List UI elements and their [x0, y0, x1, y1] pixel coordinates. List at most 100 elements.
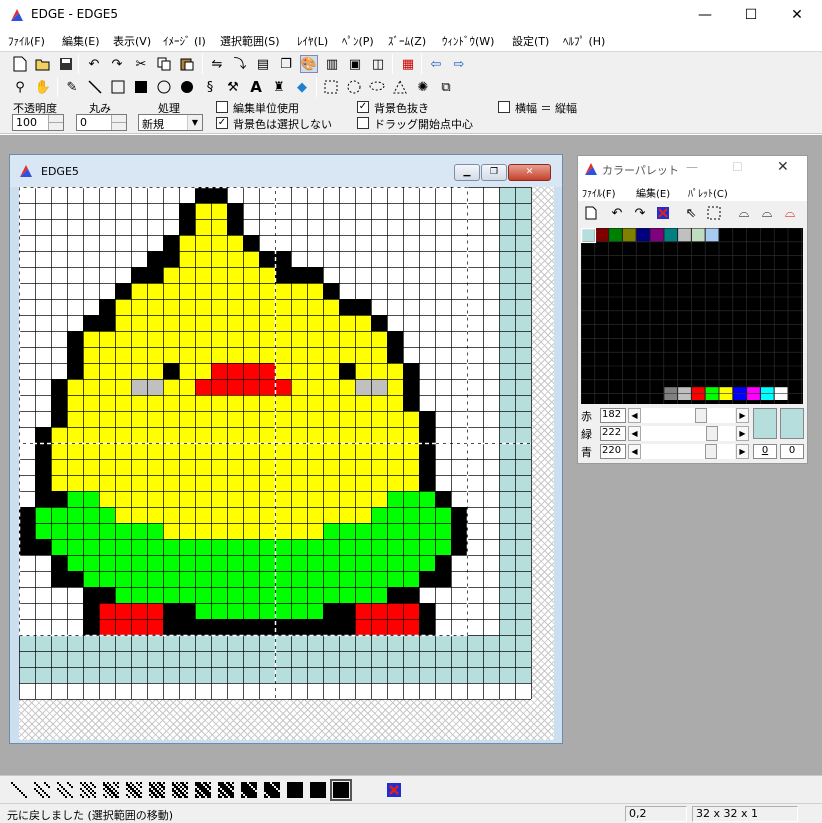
- pixel-cell[interactable]: [483, 267, 499, 283]
- pixel-cell[interactable]: [163, 427, 179, 443]
- pixel-cell[interactable]: [259, 683, 275, 699]
- pixel-cell[interactable]: [403, 299, 419, 315]
- image-icon[interactable]: ▣: [346, 55, 364, 73]
- pixel-cell[interactable]: [339, 283, 355, 299]
- pixel-cell[interactable]: [515, 283, 531, 299]
- pixel-cell[interactable]: [451, 667, 467, 683]
- pixel-cell[interactable]: [355, 507, 371, 523]
- pixel-cell[interactable]: [403, 603, 419, 619]
- pixel-cell[interactable]: [355, 619, 371, 635]
- pixel-cell[interactable]: [515, 635, 531, 651]
- pixel-cell[interactable]: [99, 619, 115, 635]
- pixel-cell[interactable]: [115, 443, 131, 459]
- pixel-cell[interactable]: [259, 443, 275, 459]
- prev-icon[interactable]: ⇦: [427, 55, 445, 73]
- pixel-cell[interactable]: [195, 603, 211, 619]
- pixel-cell[interactable]: [499, 379, 515, 395]
- pixel-cell[interactable]: [83, 347, 99, 363]
- pixel-cell[interactable]: [259, 571, 275, 587]
- pixel-cell[interactable]: [275, 187, 291, 203]
- pixel-cell[interactable]: [499, 523, 515, 539]
- pixel-cell[interactable]: [243, 219, 259, 235]
- pixel-cell[interactable]: [339, 475, 355, 491]
- pixel-cell[interactable]: [323, 235, 339, 251]
- pixel-cell[interactable]: [403, 475, 419, 491]
- pixel-cell[interactable]: [515, 379, 531, 395]
- pixel-cell[interactable]: [355, 267, 371, 283]
- pixel-cell[interactable]: [51, 283, 67, 299]
- pixel-cell[interactable]: [435, 491, 451, 507]
- pixel-cell[interactable]: [419, 635, 435, 651]
- pixel-cell[interactable]: [291, 539, 307, 555]
- pixel-cell[interactable]: [99, 267, 115, 283]
- pixel-cell[interactable]: [483, 411, 499, 427]
- pixel-cell[interactable]: [515, 443, 531, 459]
- pattern-swatch[interactable]: [310, 782, 326, 798]
- pixel-cell[interactable]: [211, 315, 227, 331]
- pixel-cell[interactable]: [419, 219, 435, 235]
- pixel-cell[interactable]: [67, 315, 83, 331]
- pixel-cell[interactable]: [35, 299, 51, 315]
- pixel-cell[interactable]: [259, 203, 275, 219]
- pixel-cell[interactable]: [131, 411, 147, 427]
- pixel-cell[interactable]: [211, 475, 227, 491]
- pixel-cell[interactable]: [243, 651, 259, 667]
- palette-menu-edit[interactable]: 編集(E): [636, 185, 670, 200]
- pixel-cell[interactable]: [371, 411, 387, 427]
- pixel-cell[interactable]: [67, 395, 83, 411]
- pixel-cell[interactable]: [515, 507, 531, 523]
- pixel-cell[interactable]: [435, 507, 451, 523]
- pixel-cell[interactable]: [515, 299, 531, 315]
- pixel-cell[interactable]: [515, 523, 531, 539]
- pixel-cell[interactable]: [99, 587, 115, 603]
- undo-icon[interactable]: ↶: [85, 55, 103, 73]
- pixel-cell[interactable]: [483, 299, 499, 315]
- pixel-cell[interactable]: [403, 635, 419, 651]
- pixel-cell[interactable]: [467, 635, 483, 651]
- pixel-cell[interactable]: [147, 235, 163, 251]
- pixel-cell[interactable]: [419, 619, 435, 635]
- pixel-cell[interactable]: [275, 315, 291, 331]
- round-spinner[interactable]: 0: [76, 114, 127, 131]
- pixel-cell[interactable]: [211, 571, 227, 587]
- pixel-cell[interactable]: [35, 523, 51, 539]
- pixel-cell[interactable]: [435, 683, 451, 699]
- pixel-cell[interactable]: [19, 443, 35, 459]
- pixel-cell[interactable]: [323, 491, 339, 507]
- pixel-cell[interactable]: [131, 363, 147, 379]
- pixel-cell[interactable]: [451, 379, 467, 395]
- process-dropdown[interactable]: 新規 ▼: [138, 114, 203, 131]
- pixel-cell[interactable]: [291, 267, 307, 283]
- palette-pointer-icon[interactable]: ⇖: [682, 204, 700, 222]
- pixel-cell[interactable]: [291, 251, 307, 267]
- pixel-cell[interactable]: [403, 315, 419, 331]
- pixel-cell[interactable]: [387, 475, 403, 491]
- pixel-cell[interactable]: [179, 571, 195, 587]
- pixel-cell[interactable]: [403, 683, 419, 699]
- pixel-cell[interactable]: [499, 443, 515, 459]
- pixel-cell[interactable]: [515, 251, 531, 267]
- pixel-cell[interactable]: [243, 523, 259, 539]
- flip-h-icon[interactable]: ⇋: [208, 55, 226, 73]
- pixel-cell[interactable]: [131, 539, 147, 555]
- pixel-cell[interactable]: [419, 459, 435, 475]
- pixel-cell[interactable]: [499, 603, 515, 619]
- pixel-cell[interactable]: [67, 267, 83, 283]
- pixel-cell[interactable]: [35, 347, 51, 363]
- pixel-cell[interactable]: [83, 299, 99, 315]
- pixel-cell[interactable]: [499, 299, 515, 315]
- pixel-cell[interactable]: [339, 635, 355, 651]
- paste-icon[interactable]: [178, 55, 196, 73]
- pixel-cell[interactable]: [67, 587, 83, 603]
- pixel-cell[interactable]: [387, 427, 403, 443]
- pixel-cell[interactable]: [307, 315, 323, 331]
- layer-icon[interactable]: ❐: [277, 55, 295, 73]
- pixel-cell[interactable]: [371, 203, 387, 219]
- pixel-cell[interactable]: [259, 475, 275, 491]
- pixel-cell[interactable]: [179, 315, 195, 331]
- pixel-cell[interactable]: [323, 635, 339, 651]
- pixel-cell[interactable]: [451, 347, 467, 363]
- pixel-cell[interactable]: [355, 299, 371, 315]
- pixel-cell[interactable]: [339, 379, 355, 395]
- pixel-cell[interactable]: [179, 475, 195, 491]
